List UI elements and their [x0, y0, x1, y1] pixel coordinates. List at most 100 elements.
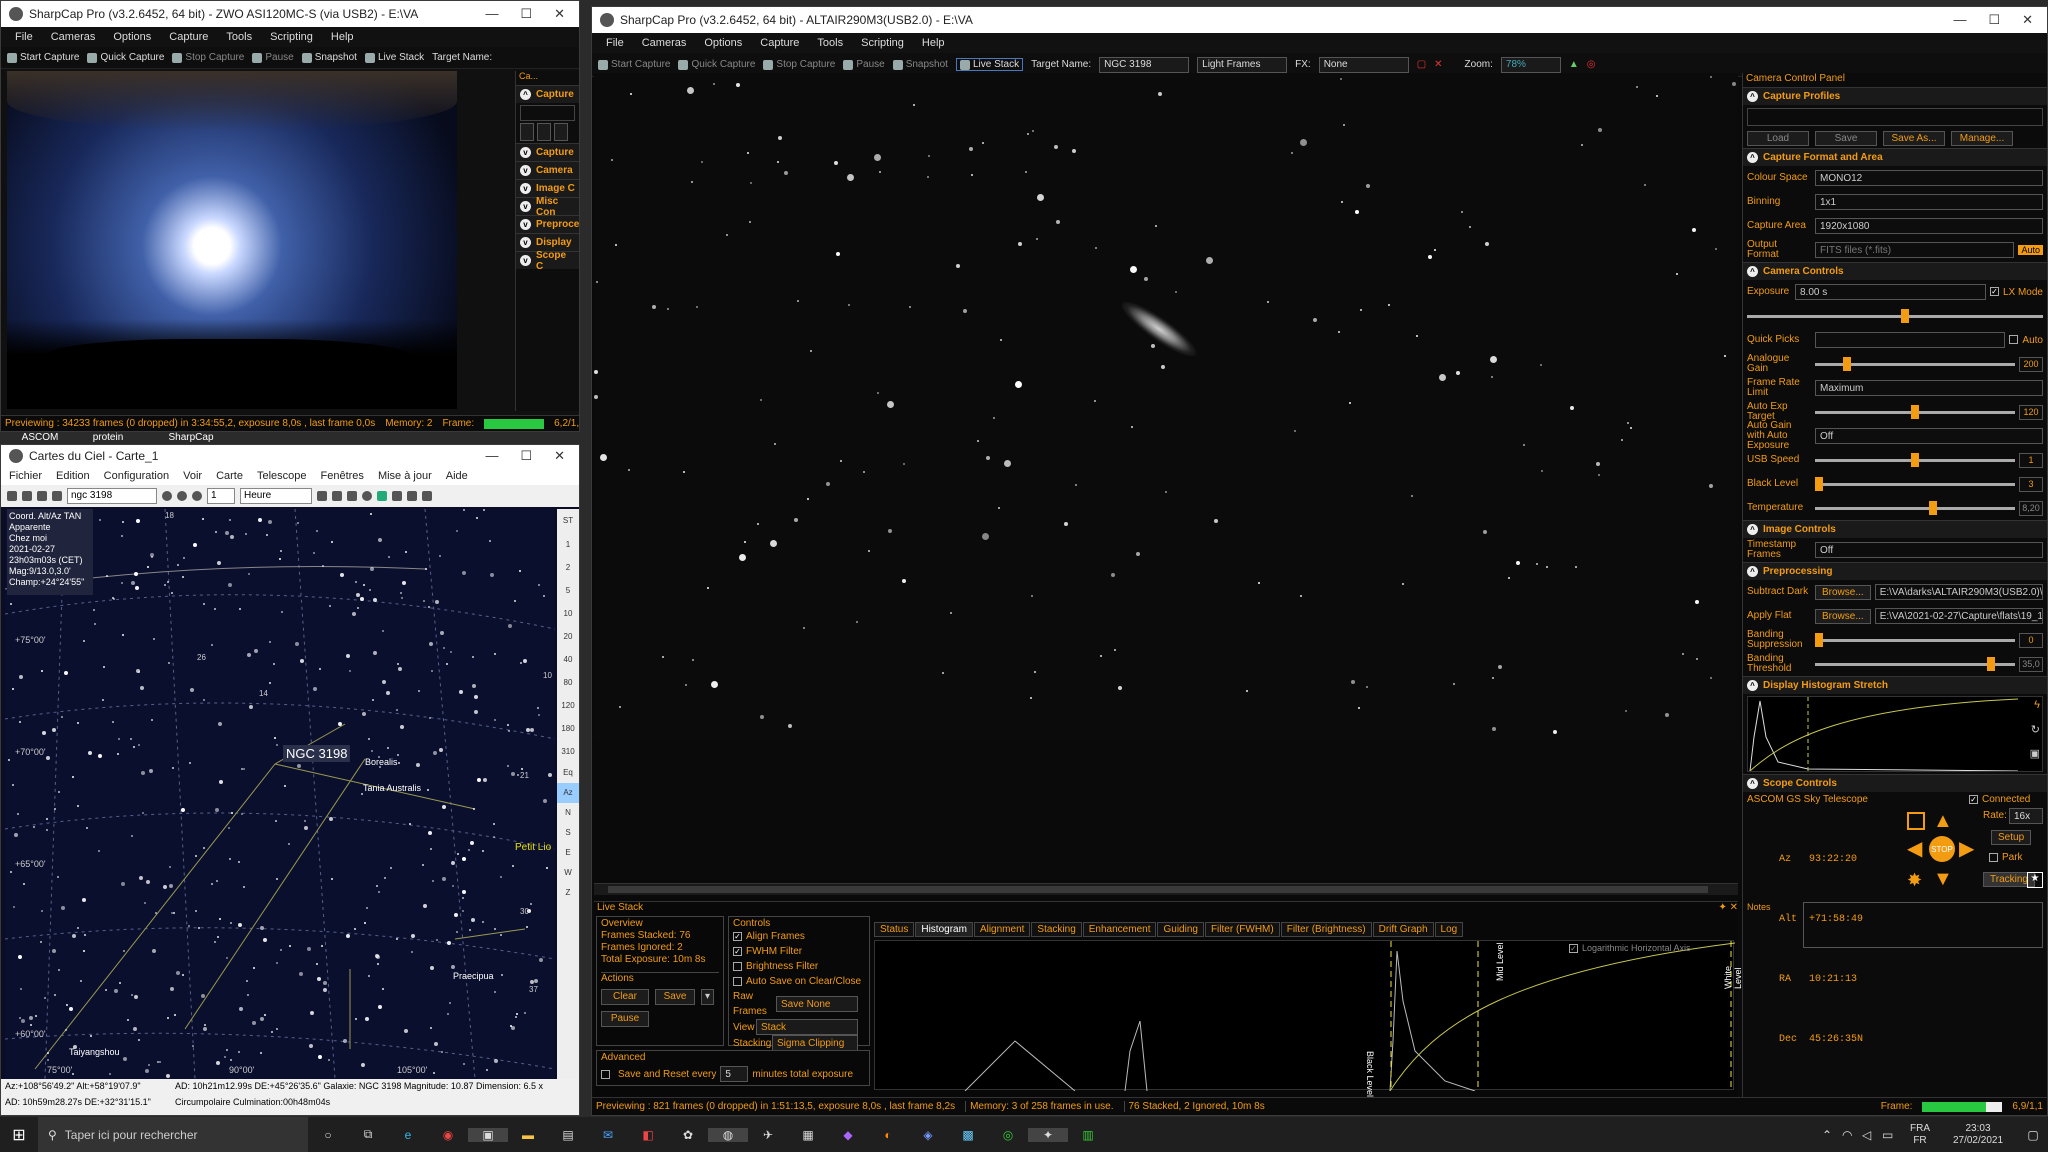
menu-tools[interactable]: Tools [817, 37, 843, 49]
clock-icon[interactable] [162, 491, 172, 501]
auto-save-check[interactable]: Auto Save on Clear/Close [733, 974, 865, 989]
toolbar-icon[interactable] [7, 491, 17, 501]
stop-capture-button[interactable]: Stop Capture [763, 59, 835, 70]
discord-icon[interactable]: ◈ [908, 1128, 948, 1142]
reticle-icon[interactable]: ▢ [1417, 59, 1426, 70]
toolbar-icon[interactable] [407, 491, 417, 501]
desktop-icon-ascom[interactable]: ASCOM [20, 432, 60, 443]
section-capture[interactable]: ^ Capture [516, 85, 579, 103]
section-image-controls[interactable]: ^ Image Controls [1743, 520, 2047, 538]
quick-capture-button[interactable]: Quick Capture [87, 52, 164, 63]
section-camera-controls[interactable]: ^ Camera Controls [1743, 262, 2047, 280]
app-icon[interactable]: ▩ [948, 1128, 988, 1142]
excel-icon[interactable]: ▥ [1068, 1128, 1108, 1142]
tab-alignment[interactable]: Alignment [973, 922, 1031, 937]
toolbar-icon[interactable] [37, 491, 47, 501]
task-view-icon[interactable]: ⧉ [348, 1127, 388, 1142]
tool-button[interactable]: 80 [557, 671, 579, 694]
target-name-input[interactable]: NGC 3198 [1099, 56, 1190, 73]
toolbar-icon[interactable] [22, 491, 32, 501]
calculator-icon[interactable]: ▦ [788, 1128, 828, 1142]
forward-icon[interactable] [192, 491, 202, 501]
binning-select[interactable]: 1x1 [1815, 194, 2043, 210]
zoom-select[interactable]: 78% [1500, 56, 1561, 73]
menu-file[interactable]: File [606, 37, 624, 49]
app-icon[interactable]: ◆ [828, 1128, 868, 1142]
load-profile-button[interactable]: Load [1747, 131, 1809, 146]
tab-stacking[interactable]: Stacking [1031, 922, 1082, 937]
menu-configuration[interactable]: Configuration [104, 470, 169, 482]
taskbar-search[interactable]: ⚲ Taper ici pour rechercher [38, 1117, 308, 1152]
menu-capture[interactable]: Capture [169, 31, 208, 43]
tab-filter-fwhm[interactable]: Filter (FWHM) [1204, 922, 1280, 937]
snapshot-button[interactable]: Snapshot [301, 52, 357, 63]
browse-dark-button[interactable]: Browse... [1815, 584, 1871, 600]
desktop-icon-sharpcap[interactable]: SharpCap [166, 432, 216, 443]
dark-path[interactable]: E:\VA\darks\ALTAIR290M3(USB2.0)\M... [1874, 584, 2043, 600]
stretch-histogram[interactable]: ϟ ↻ ▣ [1747, 696, 2043, 772]
stop-capture-button[interactable]: Stop Capture [172, 52, 244, 63]
maximize-icon[interactable]: ☐ [520, 6, 532, 22]
checkbox[interactable] [733, 976, 742, 986]
capture-area-select[interactable]: 1920x1080 [1815, 218, 2043, 234]
office-icon[interactable]: ◧ [628, 1128, 668, 1142]
live-stack-button[interactable]: Live Stack [955, 58, 1024, 71]
target-icon[interactable] [362, 491, 372, 501]
checkbox[interactable]: ✓ [733, 946, 742, 956]
tab-log[interactable]: Log [1434, 922, 1464, 937]
tray-chevron-icon[interactable]: ⌃ [1822, 1128, 1842, 1142]
park-check[interactable]: Park [1989, 852, 2023, 863]
desktop-icon-protein[interactable]: protein [88, 432, 128, 443]
banding-threshold-slider[interactable] [1815, 656, 2015, 671]
close-icon[interactable]: ✕ [554, 448, 565, 464]
auto-exp-value[interactable]: 120 [2019, 404, 2043, 420]
close-icon[interactable]: ✕ [554, 6, 565, 22]
network-icon[interactable]: ▭ [1882, 1128, 1902, 1142]
save-as-profile-button[interactable]: Save As... [1883, 131, 1945, 146]
menu-aide[interactable]: Aide [446, 470, 468, 482]
setup-button[interactable]: Setup [1991, 830, 2032, 845]
minimize-icon[interactable]: — [485, 448, 498, 464]
wifi-icon[interactable]: ◠ [1842, 1128, 1862, 1142]
tool-button[interactable]: 5 [557, 579, 579, 602]
mail-icon[interactable]: ✉ [588, 1128, 628, 1142]
menu-options[interactable]: Options [704, 37, 742, 49]
tool-button[interactable]: 310 [557, 740, 579, 763]
menu-edition[interactable]: Edition [56, 470, 90, 482]
app-icon[interactable]: ◎ [988, 1128, 1028, 1142]
banding-slider[interactable] [1815, 632, 2015, 647]
slider-knob[interactable] [1815, 476, 1823, 491]
save-reset-checkbox[interactable] [601, 1069, 610, 1079]
title-bar[interactable]: SharpCap Pro (v3.2.6452, 64 bit) - ZWO A… [1, 1, 579, 27]
live-image[interactable] [594, 73, 1738, 741]
chrome-icon[interactable]: ◉ [428, 1128, 468, 1142]
east-button[interactable]: E [557, 843, 579, 863]
profile-btn[interactable] [520, 123, 534, 141]
maximize-icon[interactable]: ☐ [1988, 12, 2000, 28]
tool-button[interactable]: 10 [557, 602, 579, 625]
tool-button[interactable]: 120 [557, 694, 579, 717]
menu-fenetres[interactable]: Fenêtres [321, 470, 364, 482]
tool-button[interactable]: ST [557, 509, 579, 533]
eq-button[interactable]: Eq [557, 763, 579, 783]
profile-btn[interactable] [554, 123, 568, 141]
usb-slider[interactable] [1815, 452, 2015, 467]
flat-path[interactable]: E:\VA\2021-02-27\Capture\flats\19_18_... [1874, 608, 2043, 624]
menu-scripting[interactable]: Scripting [861, 37, 904, 49]
profile-btn[interactable] [537, 123, 551, 141]
brightness-filter-check[interactable]: Brightness Filter [733, 959, 865, 974]
time-step-input[interactable]: 1 [207, 488, 235, 504]
notifications-icon[interactable]: ▢ [2018, 1128, 2048, 1142]
fx-select[interactable]: None [1318, 56, 1409, 73]
section-image[interactable]: v Image C [516, 179, 579, 197]
slider-knob[interactable] [1911, 404, 1919, 419]
cdc-taskbar-icon[interactable]: ✦ [1028, 1127, 1068, 1142]
toolbar-icon[interactable] [317, 491, 327, 501]
toolbar-icon[interactable] [332, 491, 342, 501]
reset-icon[interactable]: ↻ [2031, 723, 2040, 736]
slew-east-icon[interactable]: ▶ [1959, 836, 1974, 861]
sharpcap-taskbar-icon[interactable]: ▣ [468, 1127, 508, 1142]
tab-status[interactable]: Status [874, 922, 915, 937]
title-bar[interactable]: Cartes du Ciel - Carte_1 — ☐ ✕ [1, 445, 579, 467]
menu-carte[interactable]: Carte [216, 470, 243, 482]
